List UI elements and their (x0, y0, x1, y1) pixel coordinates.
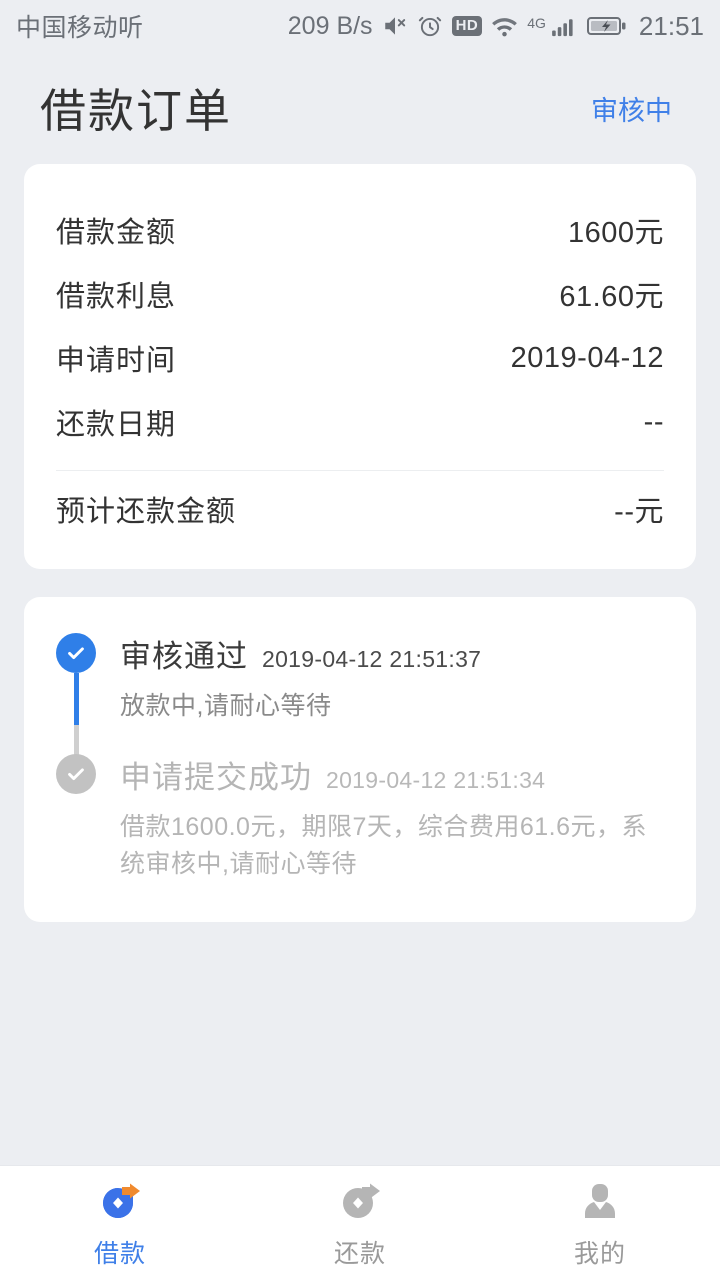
timeline-step-approved: 审核通过 2019-04-12 21:51:37 放款中,请耐心等待 (56, 631, 664, 752)
page-title: 借款订单 (40, 85, 232, 137)
order-status-badge: 审核中 (591, 95, 672, 126)
timeline-step-submitted: 申请提交成功 2019-04-12 21:51:34 借款1600.0元，期限7… (56, 752, 664, 882)
nav-tab-borrow[interactable]: 借款 (0, 1177, 240, 1270)
battery-charging-icon (586, 15, 627, 37)
check-circle-icon (56, 754, 96, 795)
nav-tab-label: 借款 (93, 1239, 146, 1268)
timeline-step-time: 2019-04-12 21:51:34 (326, 767, 546, 794)
nav-tab-repay[interactable]: 还款 (240, 1177, 480, 1270)
detail-row-repay-date: 还款日期 -- (56, 390, 664, 454)
row-label: 预计还款金额 (56, 496, 237, 528)
row-label: 借款金额 (56, 217, 177, 249)
row-value: 1600元 (567, 217, 664, 249)
status-timeline-card: 审核通过 2019-04-12 21:51:37 放款中,请耐心等待 申请提交成… (24, 597, 696, 922)
row-value: --元 (614, 496, 664, 528)
network-speed-label: 209 B/s (287, 11, 373, 40)
row-value: 2019-04-12 (510, 341, 664, 374)
timeline-step-desc: 放款中,请耐心等待 (120, 692, 332, 720)
row-label: 申请时间 (56, 345, 177, 377)
timeline-step-desc: 借款1600.0元，期限7天，综合费用61.6元，系统审核中,请耐心等待 (120, 813, 648, 878)
timeline-step-header: 申请提交成功 2019-04-12 21:51:34 (120, 752, 664, 797)
carrier-label: 中国移动听 (16, 14, 144, 42)
app-screen: 中国移动听 209 B/s HD 4G 21:51 借款订单 审核中 借款金额 … (0, 0, 720, 1280)
alarm-icon (417, 13, 443, 39)
timeline-step-header: 审核通过 2019-04-12 21:51:37 (120, 631, 664, 676)
loan-detail-card: 借款金额 1600元 借款利息 61.60元 申请时间 2019-04-12 还… (24, 164, 696, 569)
timeline-step-title: 申请提交成功 (120, 760, 312, 796)
hd-icon: HD (451, 16, 483, 36)
detail-row-interest: 借款利息 61.60元 (56, 262, 664, 326)
status-bar-icons: 209 B/s HD 4G 21:51 (288, 11, 704, 42)
nav-tab-label: 我的 (573, 1239, 626, 1268)
nav-tab-profile[interactable]: 我的 (480, 1177, 720, 1270)
check-circle-icon (56, 633, 96, 673)
timeline-step-time: 2019-04-12 21:51:37 (262, 646, 482, 672)
row-value: 61.60元 (559, 281, 664, 313)
detail-row-amount: 借款金额 1600元 (56, 198, 664, 262)
signal-icon (551, 14, 578, 38)
row-label: 还款日期 (56, 409, 177, 441)
page-header: 借款订单 审核中 (0, 52, 720, 164)
bottom-navigation-bar: 借款 还款 我的 (0, 1165, 720, 1280)
row-value: -- (643, 405, 664, 438)
card-divider (56, 470, 664, 471)
network-type-label: 4G (527, 14, 546, 31)
clock-label: 21:51 (638, 10, 704, 41)
timeline-step-title: 审核通过 (120, 639, 248, 674)
coin-return-icon (333, 1177, 387, 1227)
person-icon (573, 1177, 627, 1227)
timeline: 审核通过 2019-04-12 21:51:37 放款中,请耐心等待 申请提交成… (56, 631, 664, 882)
coin-arrow-icon (93, 1177, 147, 1227)
detail-row-apply-time: 申请时间 2019-04-12 (56, 326, 664, 390)
detail-row-estimated-repay: 预计还款金额 --元 (56, 477, 664, 541)
row-label: 借款利息 (56, 281, 177, 313)
wifi-icon (491, 14, 518, 38)
nav-tab-label: 还款 (333, 1239, 386, 1268)
status-bar: 中国移动听 209 B/s HD 4G 21:51 (0, 0, 720, 52)
mute-icon (382, 13, 408, 39)
